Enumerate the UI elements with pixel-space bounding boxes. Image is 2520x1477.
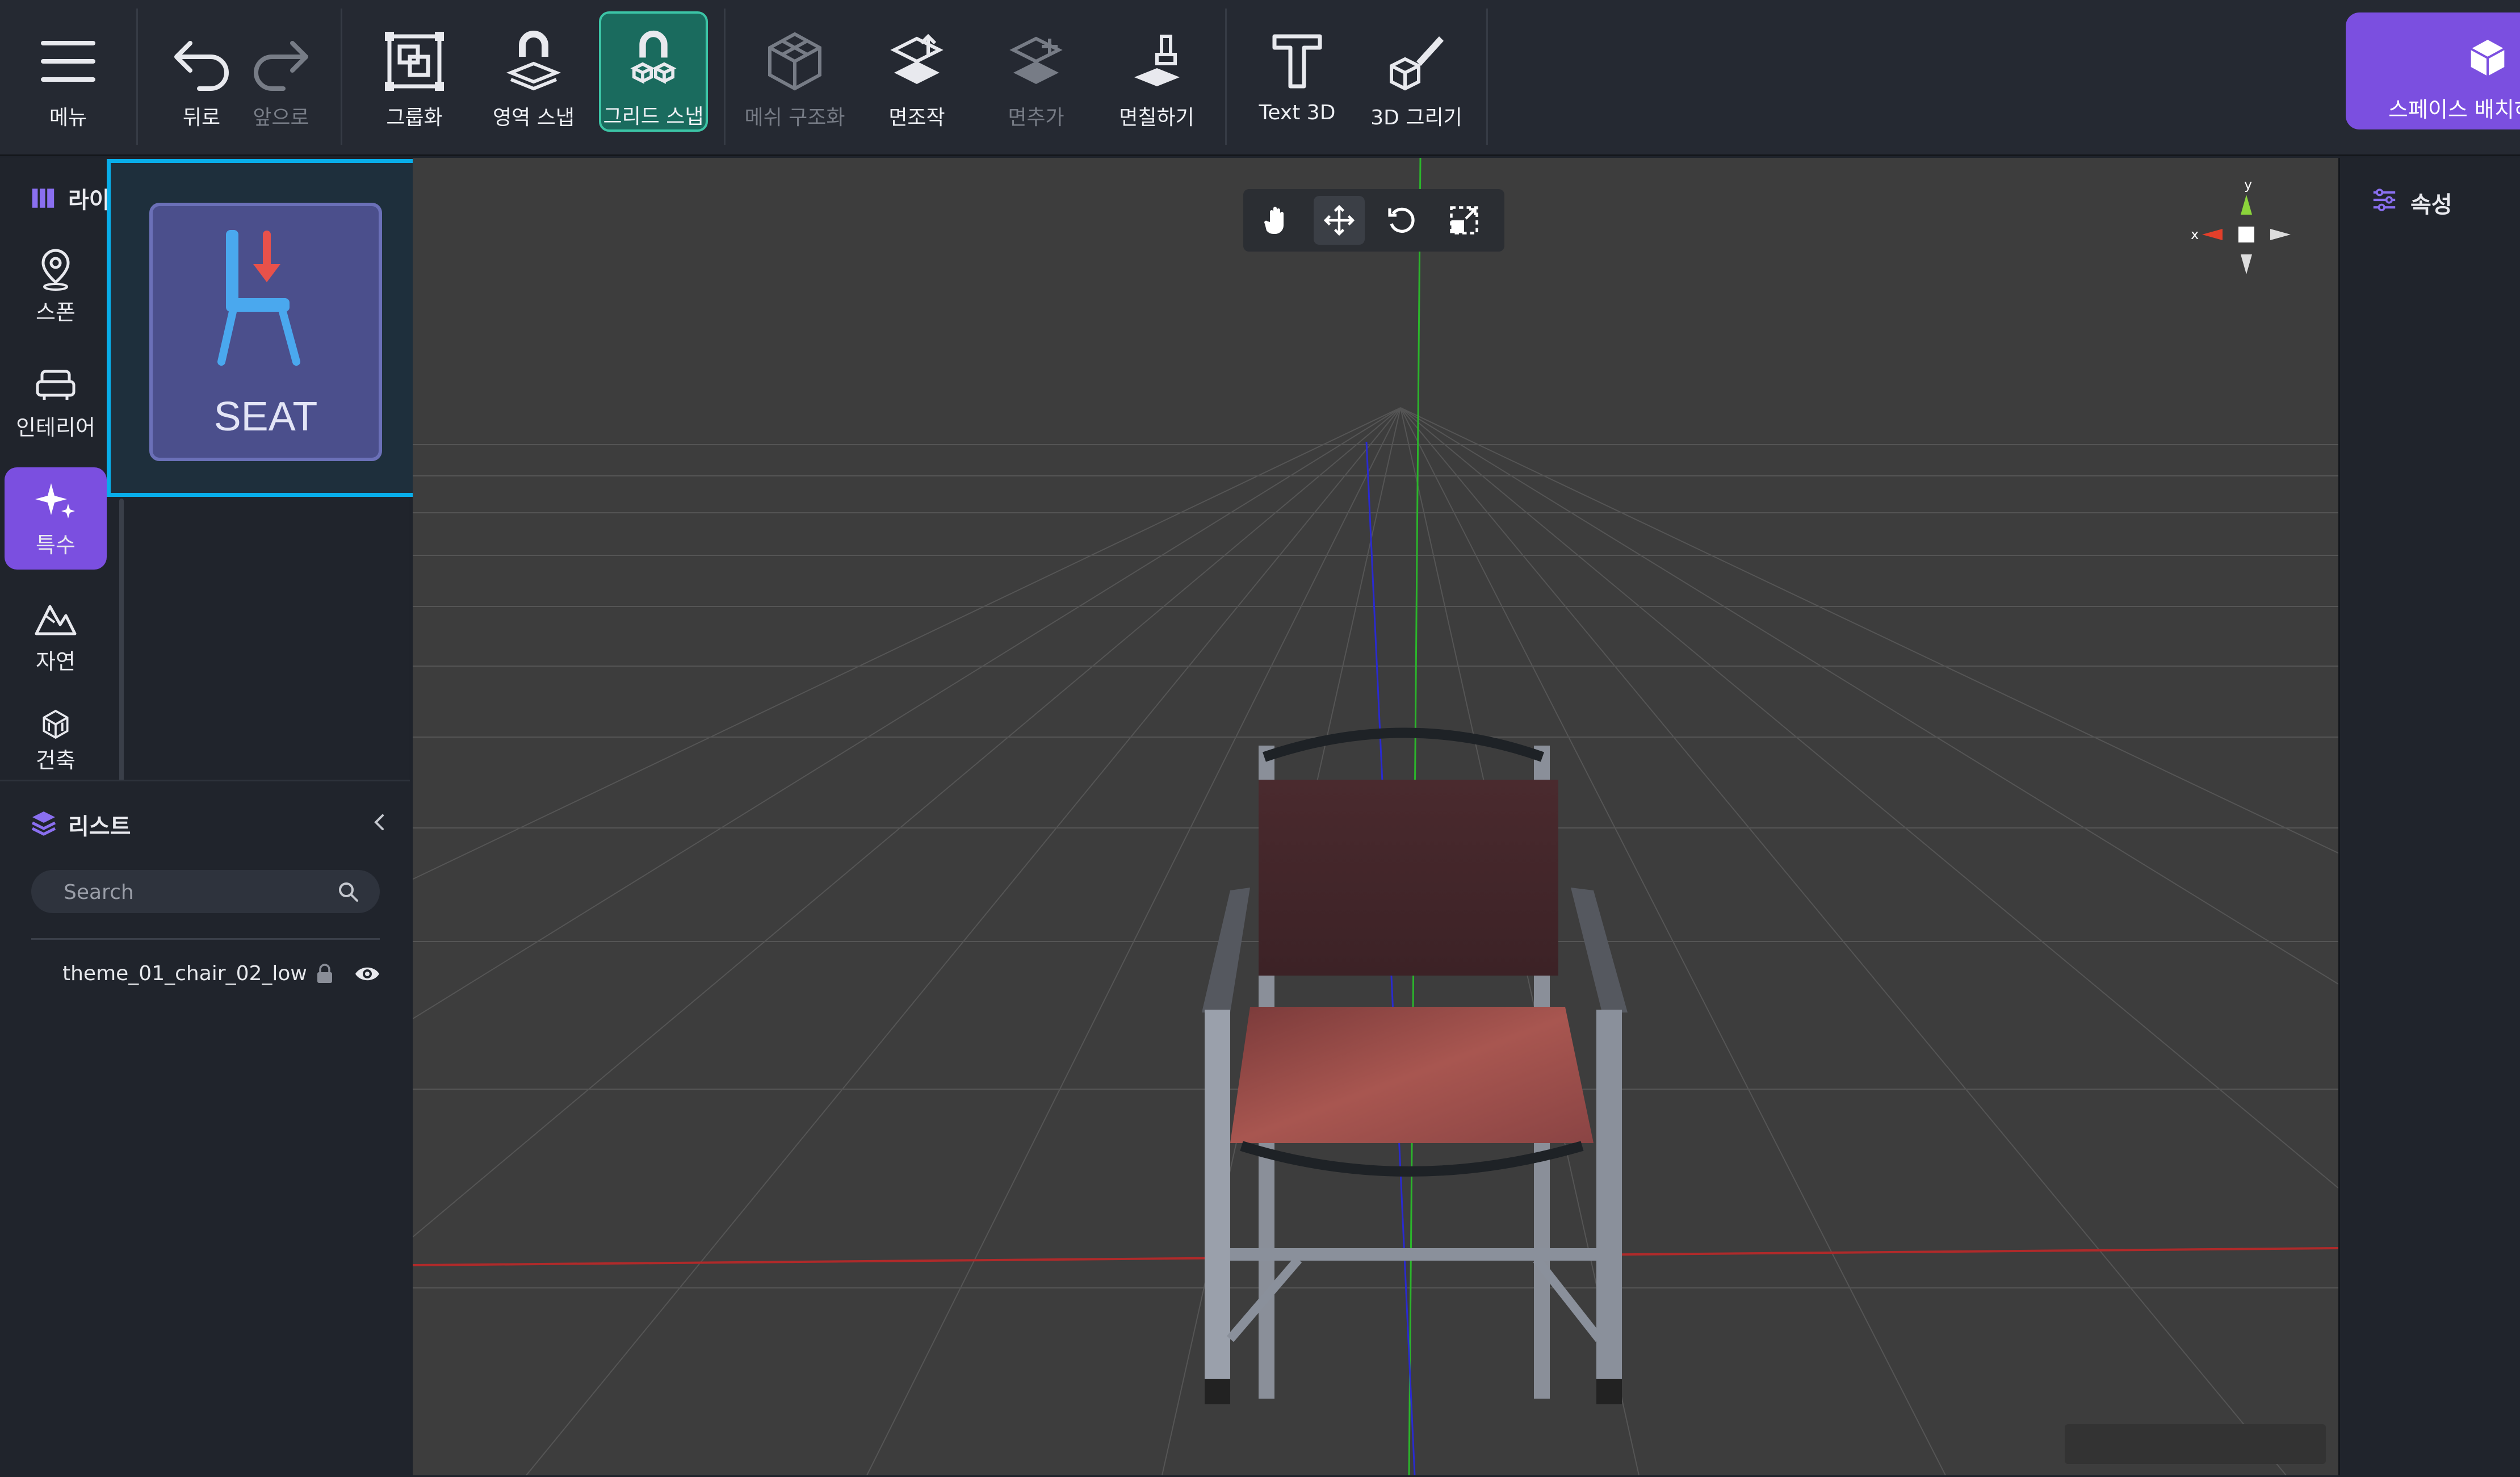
- list-item[interactable]: theme_01_chair_02_low: [31, 952, 389, 997]
- menu-button[interactable]: 메뉴: [23, 11, 114, 132]
- search-box: [31, 870, 380, 914]
- group-icon: [385, 32, 444, 91]
- toolbar-divider: [136, 9, 138, 145]
- paint-brush-icon: [1134, 35, 1180, 86]
- library-header: 라이: [30, 182, 110, 215]
- transform-toolbar: [1243, 189, 1504, 252]
- building-icon: [43, 709, 69, 739]
- toolbar-divider: [1486, 9, 1488, 145]
- viewport-status-bar: [2065, 1424, 2326, 1464]
- seat-tile[interactable]: SEAT: [149, 203, 382, 461]
- 3d-viewport[interactable]: y x: [413, 158, 2338, 1475]
- menu-label: 메뉴: [49, 106, 87, 129]
- list-item-name: theme_01_chair_02_low: [62, 962, 307, 985]
- pen-cube-icon: [1390, 36, 1444, 91]
- list-panel: 리스트 theme_01_chair_02_low: [0, 780, 410, 1477]
- toolbar-divider: [1225, 9, 1227, 145]
- rotate-icon: [1388, 207, 1415, 233]
- rail-item-label: 스폰: [36, 299, 76, 325]
- face-paint-button[interactable]: 면칠하기: [1107, 11, 1206, 132]
- group-label: 그룹화: [386, 106, 443, 129]
- axis-x-label: x: [2191, 227, 2199, 242]
- library-label: 라이: [68, 187, 110, 214]
- pin-icon: [41, 248, 70, 291]
- chair-model[interactable]: [1202, 727, 1628, 1405]
- face-add-button[interactable]: 면추가: [988, 11, 1084, 132]
- rotate-tool-button[interactable]: [1376, 196, 1427, 245]
- scale-tool-button[interactable]: [1439, 196, 1490, 245]
- text3d-label: Text 3D: [1259, 101, 1336, 124]
- search-icon[interactable]: [337, 880, 359, 903]
- rail-item-label: 특수: [36, 532, 76, 558]
- magnet-area-icon: [506, 31, 561, 91]
- seat-label: SEAT: [213, 394, 318, 440]
- layers-icon: [31, 811, 56, 836]
- text-t-icon: [1272, 34, 1322, 89]
- rail-item-label: 자연: [36, 648, 76, 674]
- mesh-cube-icon: [768, 32, 821, 91]
- list-title: 리스트: [68, 814, 131, 840]
- mesh-structure-label: 메쉬 구조화: [744, 106, 845, 129]
- mountain-icon: [35, 605, 77, 635]
- toolbar-divider: [341, 9, 342, 145]
- face-edit-label: 면조작: [888, 106, 945, 129]
- properties-title: 속성: [2410, 192, 2452, 218]
- area-snap-label: 영역 스냅: [493, 106, 575, 129]
- rail-item-label: 건축: [36, 748, 76, 773]
- redo-icon: [254, 41, 308, 91]
- properties-panel: 속성: [2338, 158, 2520, 1475]
- rail-item-nature[interactable]: 자연: [5, 584, 107, 686]
- space-placement-button[interactable]: 스페이스 배치하: [2346, 12, 2520, 129]
- rail-item-special[interactable]: 특수: [5, 467, 107, 570]
- face-edit-button[interactable]: 면조작: [869, 11, 965, 132]
- draw3d-button[interactable]: 3D 그리기: [1362, 11, 1470, 132]
- face-add-icon: [1009, 36, 1063, 84]
- undo-icon: [174, 41, 229, 91]
- move-tool-button[interactable]: [1314, 196, 1365, 245]
- list-divider: [31, 938, 380, 940]
- hand-tool-button[interactable]: [1251, 196, 1302, 245]
- scale-icon: [1450, 206, 1478, 235]
- seat-highlight-frame: SEAT: [107, 159, 425, 497]
- rail-item-interior[interactable]: 인테리어: [5, 350, 107, 452]
- axis-y-label: y: [2244, 178, 2252, 193]
- hamburger-icon: [41, 41, 95, 82]
- face-edit-icon: [890, 34, 944, 84]
- draw3d-label: 3D 그리기: [1370, 106, 1462, 129]
- area-snap-button[interactable]: 영역 스냅: [483, 11, 585, 132]
- face-add-label: 면추가: [1008, 106, 1064, 129]
- space-placement-label: 스페이스 배치하: [2388, 97, 2520, 122]
- eye-icon[interactable]: [354, 963, 381, 985]
- cube-icon: [2470, 40, 2505, 76]
- scene-canvas: [413, 158, 2338, 1475]
- chevron-left-icon[interactable]: [368, 811, 391, 834]
- face-paint-label: 면칠하기: [1119, 106, 1194, 129]
- library-icon: [32, 189, 54, 208]
- text3d-button[interactable]: Text 3D: [1246, 11, 1348, 132]
- toolbar-divider: [724, 9, 726, 145]
- rail-item-label: 인테리어: [16, 415, 95, 440]
- lock-icon[interactable]: [315, 963, 334, 985]
- group-button[interactable]: 그룹화: [369, 11, 460, 132]
- undo-button[interactable]: 뒤로: [165, 11, 238, 132]
- grid-snap-label: 그리드 스냅: [603, 105, 704, 128]
- redo-button[interactable]: 앞으로: [244, 11, 318, 132]
- seat-chair-icon: [217, 230, 300, 366]
- sparkle-icon: [35, 483, 75, 518]
- sliders-icon: [2373, 189, 2396, 211]
- search-input[interactable]: [62, 870, 337, 914]
- redo-label: 앞으로: [253, 106, 309, 129]
- rail-item-building[interactable]: 건축: [5, 694, 107, 774]
- mesh-structure-button[interactable]: 메쉬 구조화: [741, 11, 849, 132]
- top-toolbar: 메뉴 뒤로 앞으로 그룹화 영역 스냅 그리드 스냅 메쉬 구조화 면조작 면추…: [0, 0, 2520, 156]
- sofa-icon: [36, 370, 76, 400]
- undo-label: 뒤로: [182, 106, 221, 129]
- hand-icon: [1264, 207, 1284, 234]
- grid-snap-button[interactable]: 그리드 스냅: [599, 11, 708, 132]
- magnet-grid-icon: [630, 30, 677, 84]
- axis-orientation-gizmo[interactable]: y x: [2190, 178, 2303, 291]
- move-arrows-icon: [1323, 204, 1355, 236]
- rail-item-spawn[interactable]: 스폰: [5, 235, 107, 337]
